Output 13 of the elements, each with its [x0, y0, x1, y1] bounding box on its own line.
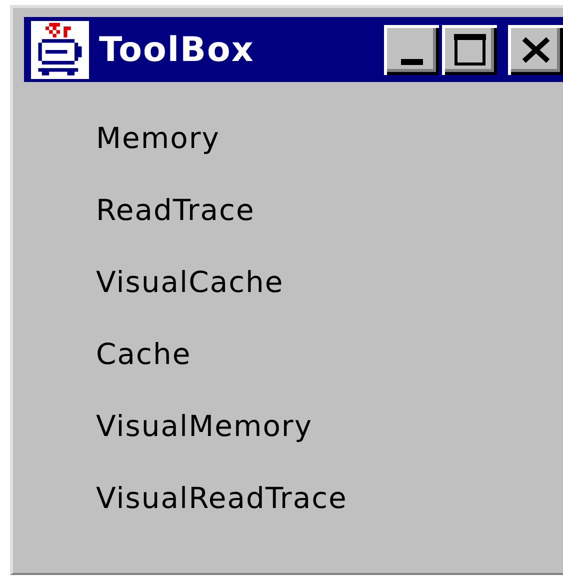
tool-item[interactable]: Cache — [96, 318, 192, 390]
tool-item[interactable]: VisualCache — [96, 246, 284, 318]
minimize-icon — [400, 58, 422, 64]
close-button[interactable] — [508, 24, 563, 74]
tool-item[interactable]: Memory — [96, 102, 220, 174]
minimize-button[interactable] — [384, 24, 439, 74]
window-title: ToolBox — [99, 30, 254, 70]
tool-item[interactable]: ReadTrace — [96, 174, 255, 246]
tool-item[interactable]: VisualReadTrace — [96, 462, 348, 534]
tool-item[interactable]: VisualMemory — [96, 390, 313, 462]
maximize-icon — [454, 34, 486, 66]
maximize-button[interactable] — [442, 24, 497, 74]
close-icon — [520, 36, 550, 62]
